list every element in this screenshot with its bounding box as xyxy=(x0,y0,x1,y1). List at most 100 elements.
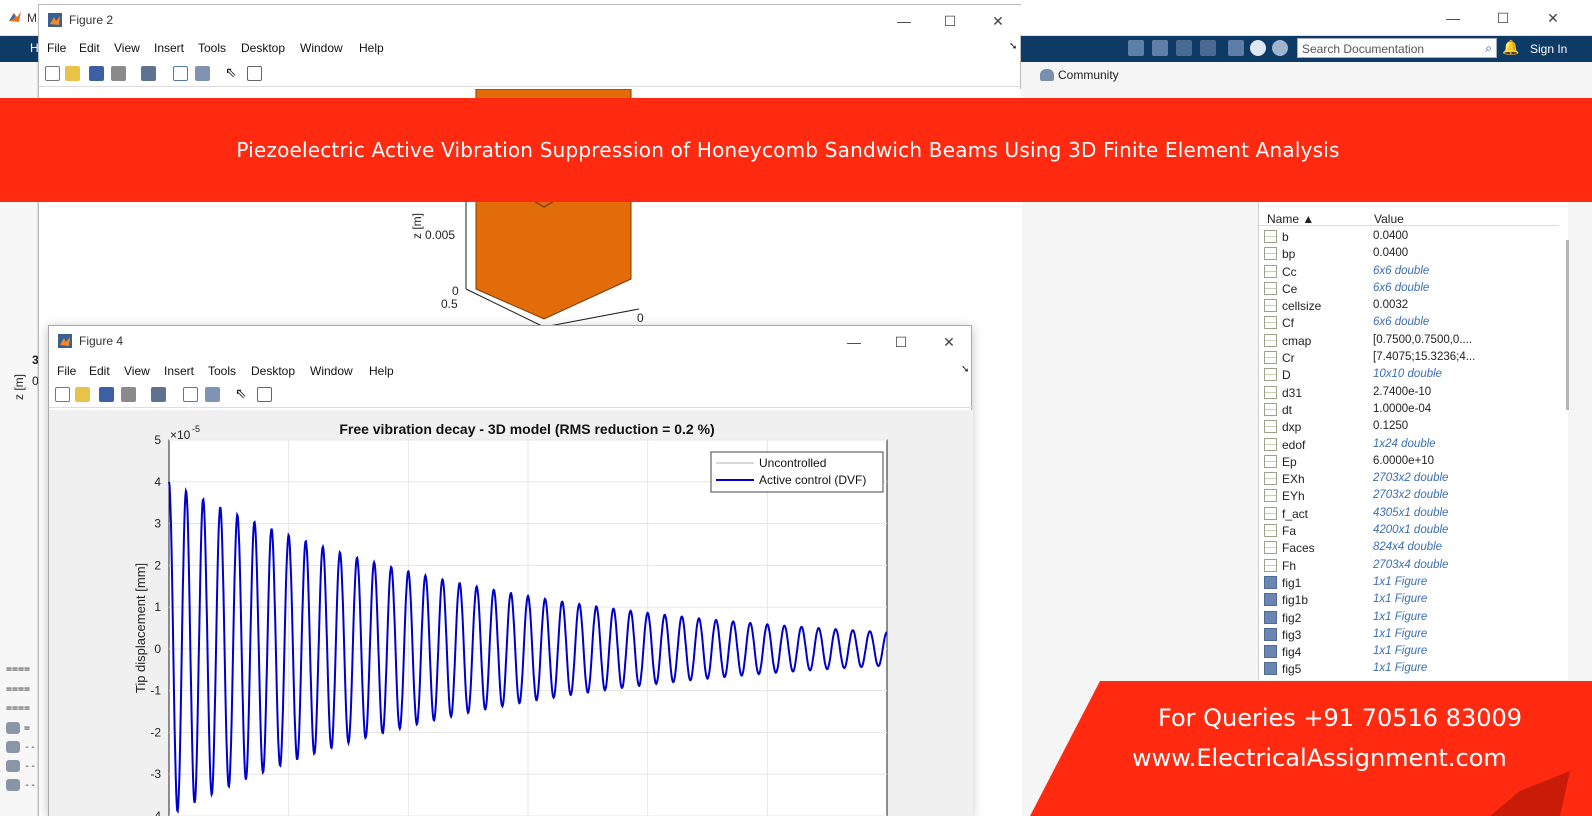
workspace-column-name[interactable]: Name ▲ xyxy=(1267,212,1314,226)
workspace-var-name: b xyxy=(1282,230,1289,244)
menu-insert[interactable]: Insert xyxy=(164,364,194,378)
workspace-row[interactable]: Fa 4200x1 double xyxy=(1259,522,1559,539)
fig2-close-button[interactable]: ✕ xyxy=(983,11,1013,31)
colorbar-icon[interactable] xyxy=(173,66,188,81)
workspace-row[interactable]: cmap [0.7500,0.7500,0.... xyxy=(1259,332,1559,349)
fig4-maximize-button[interactable]: ☐ xyxy=(886,332,916,352)
property-inspector-icon[interactable] xyxy=(257,387,272,402)
copy-icon[interactable] xyxy=(1152,40,1168,56)
workspace-column-value[interactable]: Value xyxy=(1374,212,1404,226)
workspace-row[interactable]: fig5 1x1 Figure xyxy=(1259,660,1559,677)
search-input[interactable]: Search Documentation xyxy=(1302,42,1424,56)
fig4-minimize-button[interactable]: — xyxy=(839,332,869,352)
colorbar-icon[interactable] xyxy=(183,387,198,402)
workspace-row[interactable]: f_act 4305x1 double xyxy=(1259,505,1559,522)
legend-icon[interactable] xyxy=(205,387,220,402)
command-window-separator: ==== xyxy=(6,684,31,695)
workspace-var-name: bp xyxy=(1282,247,1296,262)
dock-arrow-icon[interactable]: ➘ xyxy=(1009,41,1017,52)
workspace-row[interactable]: Ce 6x6 double xyxy=(1259,280,1559,297)
main-minimize-button[interactable]: — xyxy=(1438,8,1468,28)
switch-windows-icon[interactable] xyxy=(1228,40,1244,56)
legend-icon[interactable] xyxy=(195,66,210,81)
workspace-row[interactable]: Fh 2703x4 double xyxy=(1259,557,1559,574)
workspace-row[interactable]: fig2 1x1 Figure xyxy=(1259,609,1559,626)
menu-help[interactable]: Help xyxy=(369,364,394,378)
search-icon[interactable]: ⌕ xyxy=(1485,41,1492,56)
workspace-scrollbar[interactable] xyxy=(1566,240,1569,410)
menu-file[interactable]: File xyxy=(57,364,76,378)
workspace-row[interactable]: Cc 6x6 double xyxy=(1259,263,1559,280)
dropdown-icon[interactable] xyxy=(1272,40,1288,56)
workspace-row[interactable]: EYh 2703x2 double xyxy=(1259,487,1559,504)
property-inspector-icon[interactable] xyxy=(247,66,262,81)
workspace-header: Name ▲ Value xyxy=(1259,204,1559,226)
workspace-row[interactable]: bp 0.0400 xyxy=(1259,245,1559,262)
save-icon[interactable] xyxy=(99,387,114,402)
new-figure-icon[interactable] xyxy=(55,387,70,402)
pointer-icon[interactable]: ⇖ xyxy=(225,64,240,80)
new-figure-icon[interactable] xyxy=(45,66,60,81)
menu-edit[interactable]: Edit xyxy=(89,364,110,378)
fig4-close-button[interactable]: ✕ xyxy=(934,332,964,352)
cut-icon[interactable] xyxy=(1128,40,1144,56)
open-file-icon[interactable] xyxy=(75,387,90,402)
menu-insert[interactable]: Insert xyxy=(154,41,184,55)
workspace-var-name: EXh xyxy=(1282,472,1305,487)
workspace-row[interactable]: Cf 6x6 double xyxy=(1259,314,1559,331)
menu-tools[interactable]: Tools xyxy=(208,364,236,378)
save-icon[interactable] xyxy=(89,66,104,81)
contact-website[interactable]: www.ElectricalAssignment.com xyxy=(1132,744,1507,772)
figure-4-title-bar[interactable]: Figure 4 — ☐ ✕ xyxy=(49,326,973,356)
workspace-row[interactable]: Cr [7.4075;15.3236;4... xyxy=(1259,349,1559,366)
workspace-row[interactable]: dxp 0.1250 xyxy=(1259,418,1559,435)
main-maximize-button[interactable]: ☐ xyxy=(1488,8,1518,28)
help-icon[interactable] xyxy=(1250,40,1266,56)
link-plot-icon[interactable] xyxy=(141,66,156,81)
fig2-maximize-button[interactable]: ☐ xyxy=(935,11,965,31)
open-file-icon[interactable] xyxy=(65,66,80,81)
menu-edit[interactable]: Edit xyxy=(79,41,100,55)
menu-desktop[interactable]: Desktop xyxy=(241,41,285,55)
sign-in-link[interactable]: Sign In xyxy=(1530,42,1567,56)
menu-window[interactable]: Window xyxy=(300,41,343,55)
workspace-row[interactable]: EXh 2703x2 double xyxy=(1259,470,1559,487)
workspace-row[interactable]: d31 2.7400e-10 xyxy=(1259,384,1559,401)
menu-desktop[interactable]: Desktop xyxy=(251,364,295,378)
notification-bell-icon[interactable]: 🔔 xyxy=(1502,39,1519,56)
documentation-search-box[interactable]: Search Documentation ⌕ xyxy=(1297,38,1497,58)
menu-view[interactable]: View xyxy=(114,41,140,55)
figure-2-title-bar[interactable]: Figure 2 — ☐ ✕ xyxy=(39,5,1022,35)
workspace-row[interactable]: Ep 6.0000e+10 xyxy=(1259,453,1559,470)
workspace-row[interactable]: b 0.0400 xyxy=(1259,228,1559,245)
workspace-row[interactable]: dt 1.0000e-04 xyxy=(1259,401,1559,418)
workspace-row[interactable]: edof 1x24 double xyxy=(1259,436,1559,453)
community-link[interactable]: Community xyxy=(1040,68,1119,82)
main-close-button[interactable]: ✕ xyxy=(1538,8,1568,28)
link-plot-icon[interactable] xyxy=(151,387,166,402)
workspace-var-value: 824x4 double xyxy=(1373,541,1443,554)
workspace-row[interactable]: fig3 1x1 Figure xyxy=(1259,626,1559,643)
z-tick-0005: 0.005 xyxy=(425,228,455,242)
print-icon[interactable] xyxy=(121,387,136,402)
redo-icon[interactable] xyxy=(1200,40,1216,56)
community-icon xyxy=(1040,69,1054,81)
workspace-row[interactable]: cellsize 0.0032 xyxy=(1259,297,1559,314)
matrix-variable-icon xyxy=(1264,489,1277,503)
workspace-row[interactable]: fig4 1x1 Figure xyxy=(1259,643,1559,660)
workspace-row[interactable]: fig1b 1x1 Figure xyxy=(1259,591,1559,608)
matrix-variable-icon xyxy=(1264,351,1277,365)
pointer-icon[interactable]: ⇖ xyxy=(235,385,250,401)
dock-arrow-icon[interactable]: ➘ xyxy=(961,364,969,375)
print-icon[interactable] xyxy=(111,66,126,81)
workspace-row[interactable]: D 10x10 double xyxy=(1259,366,1559,383)
menu-view[interactable]: View xyxy=(124,364,150,378)
menu-window[interactable]: Window xyxy=(310,364,353,378)
undo-icon[interactable] xyxy=(1176,40,1192,56)
menu-help[interactable]: Help xyxy=(359,41,384,55)
workspace-row[interactable]: fig1 1x1 Figure xyxy=(1259,574,1559,591)
workspace-row[interactable]: Faces 824x4 double xyxy=(1259,539,1559,556)
menu-tools[interactable]: Tools xyxy=(198,41,226,55)
menu-file[interactable]: File xyxy=(47,41,66,55)
fig2-minimize-button[interactable]: — xyxy=(889,11,919,31)
